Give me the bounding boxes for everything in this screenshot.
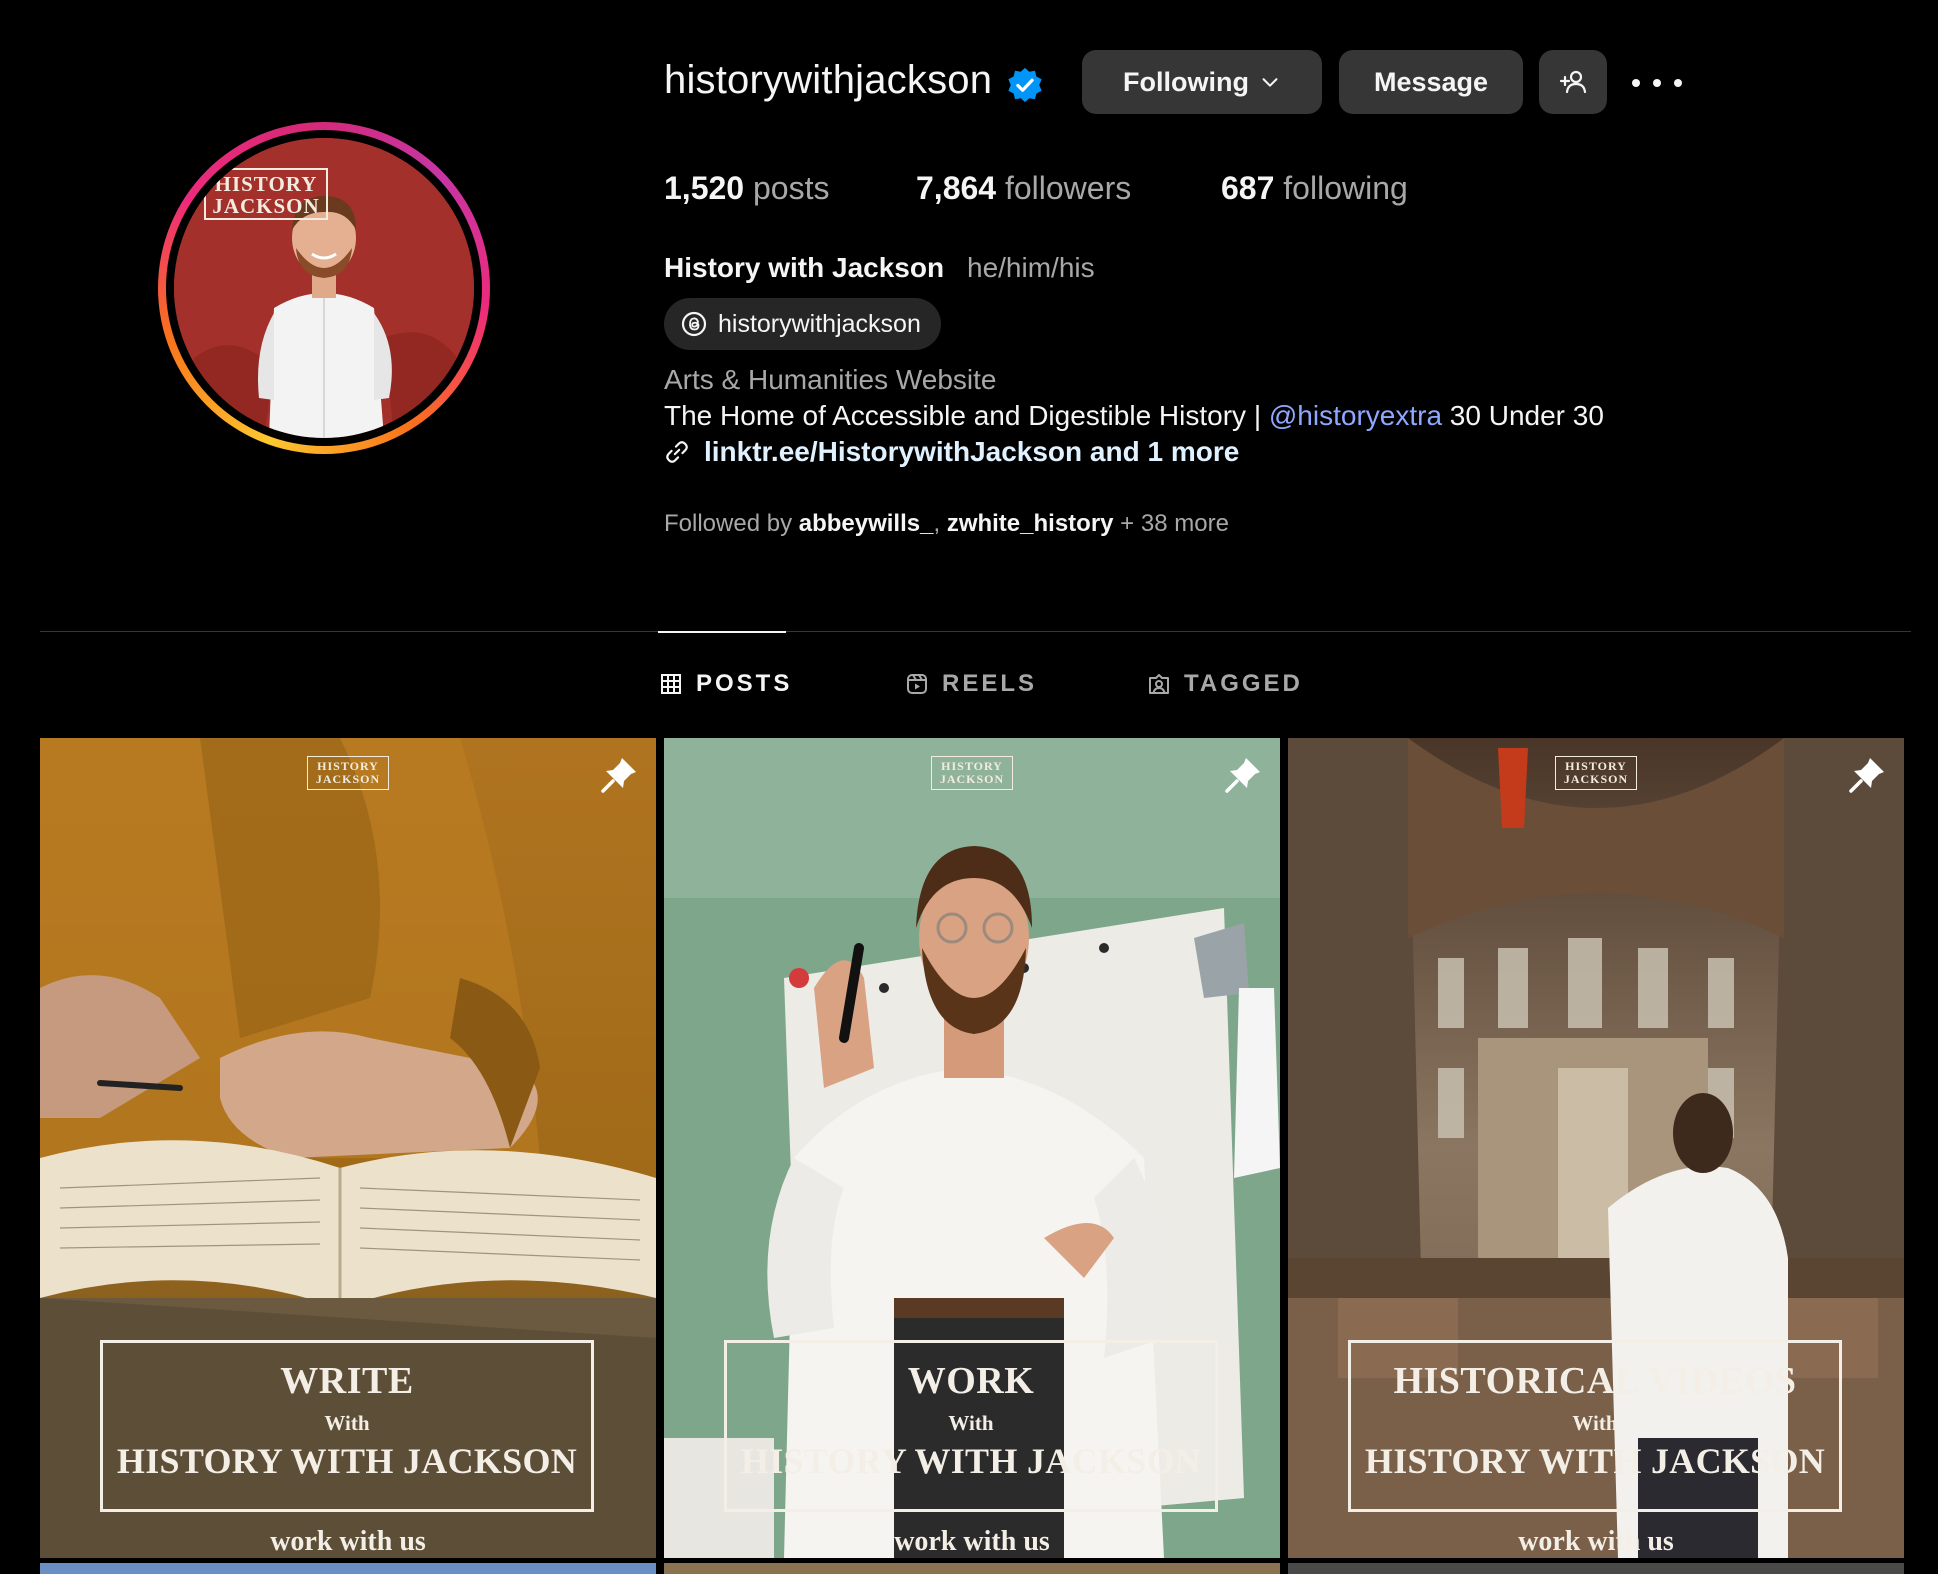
- chevron-down-icon: [1262, 78, 1278, 87]
- post-tile-partial[interactable]: [40, 1563, 656, 1574]
- tab-posts-label: POSTS: [696, 670, 793, 697]
- post-card-with: With: [948, 1411, 994, 1435]
- post-logo-line2: JACKSON: [1563, 771, 1629, 786]
- avatar-logo-line2: JACKSON: [212, 194, 320, 219]
- avatar-logo-line1: HISTORY: [214, 172, 318, 196]
- followed-by[interactable]: Followed by abbeywills_, zwhite_history …: [664, 510, 1229, 538]
- bio-mention-link[interactable]: @historyextra: [1269, 400, 1442, 431]
- post-cta-text: work with us: [270, 1526, 426, 1557]
- post-caption-card: WRITE With HISTORY WITH JACKSON: [100, 1340, 594, 1512]
- post-card-title: WORK: [907, 1360, 1035, 1402]
- tabs-divider: [40, 631, 1911, 632]
- grid-icon: [661, 674, 681, 694]
- tagged-icon: [1149, 674, 1169, 694]
- following-count: 687: [1221, 170, 1275, 206]
- active-tab-indicator: [658, 631, 786, 633]
- post-logo: HISTORY JACKSON: [307, 756, 389, 790]
- pinned-icon: [601, 758, 636, 793]
- verified-badge-icon: [1008, 67, 1042, 103]
- avatar-logo: HISTORY JACKSON: [204, 168, 328, 220]
- profile-avatar-ring[interactable]: HISTORY JACKSON: [158, 122, 490, 454]
- followers-count: 7,864: [916, 170, 997, 206]
- tab-tagged[interactable]: TAGGED: [1148, 670, 1303, 698]
- add-user-icon: [1559, 70, 1587, 94]
- post-logo-line1: HISTORY: [941, 759, 1003, 773]
- post-card-with: With: [324, 1411, 370, 1435]
- dot: [1674, 79, 1682, 87]
- followers-label: followers: [996, 170, 1132, 206]
- threads-icon: [681, 311, 707, 337]
- stat-following[interactable]: 687 following: [1221, 170, 1408, 207]
- reels-icon: [907, 674, 927, 694]
- following-button[interactable]: Following: [1082, 50, 1322, 114]
- post-logo-line1: HISTORY: [1565, 759, 1627, 773]
- tab-tagged-label: TAGGED: [1184, 670, 1303, 697]
- followed-by-more[interactable]: + 38 more: [1114, 510, 1229, 537]
- followed-by-user[interactable]: zwhite_history: [947, 510, 1114, 537]
- profile-pronouns: he/him/his: [967, 252, 1095, 283]
- post-card-brand: HISTORY WITH JACKSON: [116, 1441, 578, 1481]
- link-icon: [666, 441, 688, 463]
- profile-category: Arts & Humanities Website: [664, 364, 997, 395]
- message-button[interactable]: Message: [1339, 50, 1523, 114]
- post-card-title: HISTORICAL VIDEOS: [1393, 1360, 1797, 1402]
- tab-posts[interactable]: POSTS: [660, 670, 792, 698]
- post-caption-card: HISTORICAL VIDEOS With HISTORY WITH JACK…: [1348, 1340, 1842, 1512]
- threads-link-chip[interactable]: historywithjackson: [664, 298, 941, 350]
- posts-label: posts: [744, 170, 830, 206]
- suggest-accounts-button[interactable]: [1539, 50, 1607, 114]
- followed-by-separator: ,: [933, 510, 947, 537]
- post-card-with: With: [1572, 1411, 1618, 1435]
- tab-reels-label: REELS: [942, 670, 1038, 697]
- threads-handle: historywithjackson: [718, 309, 921, 338]
- profile-bio: The Home of Accessible and Digestible Hi…: [664, 400, 1604, 432]
- post-logo-line2: JACKSON: [939, 771, 1005, 786]
- post-tile[interactable]: HISTORY JACKSON HISTORICAL VIDEOS With H…: [1288, 738, 1904, 1558]
- post-card-brand: HISTORY WITH JACKSON: [1364, 1441, 1826, 1481]
- profile-external-link[interactable]: linktr.ee/HistorywithJackson and 1 more: [664, 436, 1239, 468]
- message-button-label: Message: [1373, 66, 1489, 97]
- bio-text: The Home of Accessible and Digestible Hi…: [664, 400, 1269, 431]
- more-options-icon[interactable]: [1632, 66, 1682, 100]
- posts-count: 1,520: [664, 170, 745, 206]
- post-cta-text: work with us: [1518, 1526, 1674, 1557]
- post-logo: HISTORY JACKSON: [931, 756, 1013, 790]
- followed-by-prefix: Followed by: [664, 510, 799, 537]
- post-tile-partial[interactable]: [664, 1563, 1280, 1574]
- profile-full-name: History with Jackson: [664, 252, 945, 283]
- post-tile-partial[interactable]: [1288, 1563, 1904, 1574]
- dot: [1632, 79, 1640, 87]
- post-card-title: WRITE: [280, 1360, 414, 1402]
- following-button-label: Following: [1123, 66, 1249, 97]
- followed-by-user[interactable]: abbeywills_: [799, 510, 934, 537]
- avatar-gap: HISTORY JACKSON: [166, 130, 482, 446]
- profile-username: historywithjackson: [664, 58, 993, 102]
- post-logo-line1: HISTORY: [317, 759, 379, 773]
- avatar[interactable]: HISTORY JACKSON: [174, 138, 474, 438]
- external-link-text[interactable]: linktr.ee/HistorywithJackson and 1 more: [704, 436, 1239, 468]
- bio-text-suffix: 30 Under 30: [1442, 400, 1604, 431]
- post-logo: HISTORY JACKSON: [1555, 756, 1637, 790]
- post-tile[interactable]: HISTORY JACKSON WRITE With HISTORY WITH …: [40, 738, 656, 1558]
- following-label: following: [1274, 170, 1408, 206]
- post-logo-line2: JACKSON: [315, 771, 381, 786]
- post-cta-text: work with us: [894, 1526, 1050, 1557]
- stat-followers[interactable]: 7,864 followers: [916, 170, 1131, 207]
- tab-reels[interactable]: REELS: [906, 670, 1037, 698]
- post-card-brand: HISTORY WITH JACKSON: [740, 1441, 1202, 1481]
- dot: [1653, 79, 1661, 87]
- post-tile[interactable]: HISTORY JACKSON WORK With HISTORY WITH J…: [664, 738, 1280, 1558]
- post-caption-card: WORK With HISTORY WITH JACKSON: [724, 1340, 1218, 1512]
- pinned-icon: [1225, 758, 1260, 793]
- stat-posts: 1,520 posts: [664, 170, 829, 207]
- pinned-icon: [1849, 758, 1884, 793]
